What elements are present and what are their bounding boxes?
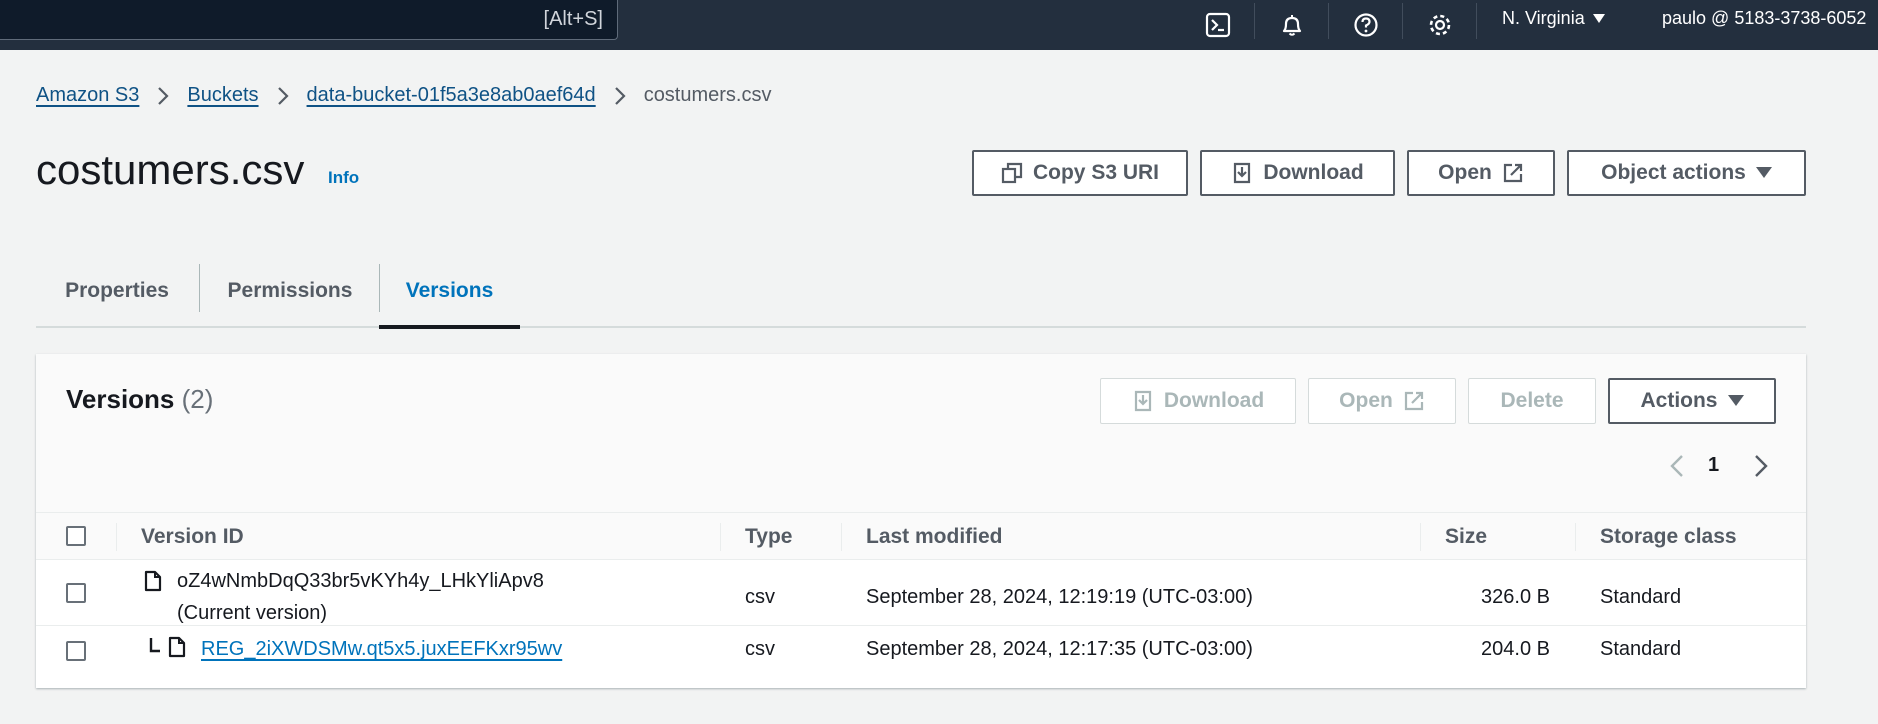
- version-last-modified: September 28, 2024, 12:17:35 (UTC-03:00): [866, 638, 1253, 660]
- nav-divider: [1328, 3, 1329, 39]
- copy-icon: [1001, 162, 1023, 184]
- region-selector[interactable]: N. Virginia: [1502, 8, 1605, 29]
- tab-versions[interactable]: Versions: [379, 256, 520, 329]
- file-icon: [168, 636, 186, 658]
- chevron-right-icon: [157, 86, 169, 106]
- page-title: costumers.csv: [36, 146, 305, 193]
- version-size: 204.0 B: [1481, 638, 1550, 660]
- copy-s3-uri-label: Copy S3 URI: [1032, 161, 1160, 184]
- column-type[interactable]: Type: [745, 525, 792, 549]
- caret-down-icon: [1755, 167, 1772, 178]
- download-icon: [1234, 162, 1251, 184]
- object-actions-button[interactable]: Object actions: [1567, 150, 1806, 196]
- breadcrumb-current: costumers.csv: [643, 84, 772, 106]
- version-delete-button[interactable]: Delete: [1468, 378, 1596, 424]
- caret-down-icon: [1592, 13, 1605, 23]
- region-label: N. Virginia: [1502, 8, 1585, 28]
- version-type: csv: [745, 638, 775, 660]
- pagination-next[interactable]: [1754, 454, 1768, 478]
- nav-divider: [1476, 3, 1477, 39]
- download-icon: [1134, 390, 1151, 412]
- column-last-modified[interactable]: Last modified: [866, 525, 1003, 549]
- bell-icon[interactable]: [1272, 5, 1312, 45]
- version-type: csv: [745, 586, 775, 608]
- copy-s3-uri-button[interactable]: Copy S3 URI: [972, 150, 1188, 196]
- column-storage-class[interactable]: Storage class: [1600, 525, 1737, 549]
- top-navigation-bar: [Alt+S] N. Virginia paulo @ 5183-3738-60…: [0, 0, 1878, 50]
- column-version-id[interactable]: Version ID: [141, 525, 244, 549]
- external-link-icon: [1404, 391, 1423, 411]
- row-checkbox[interactable]: [66, 583, 86, 603]
- version-download-label: Download: [1163, 389, 1265, 412]
- info-link[interactable]: Info: [328, 168, 359, 188]
- versions-title: Versions (2): [66, 384, 213, 415]
- current-version-note: (Current version): [177, 602, 328, 624]
- gear-icon[interactable]: [1420, 5, 1460, 45]
- version-open-label: Open: [1339, 389, 1393, 412]
- column-divider: [841, 523, 842, 551]
- file-icon: [144, 570, 162, 592]
- open-button[interactable]: Open: [1407, 150, 1555, 196]
- version-storage-class: Standard: [1600, 638, 1682, 660]
- column-divider: [1575, 523, 1576, 551]
- object-tabs: Properties Permissions Versions: [36, 256, 1806, 329]
- nav-divider: [1402, 3, 1403, 39]
- version-size: 326.0 B: [1481, 586, 1550, 608]
- version-storage-class: Standard: [1600, 586, 1682, 608]
- tab-properties[interactable]: Properties: [36, 256, 198, 326]
- caret-down-icon: [1727, 395, 1744, 406]
- table-row: REG_2iXWDSMw.qt5x5.juxEEFKxr95wv csv Sep…: [36, 626, 1806, 676]
- download-button[interactable]: Download: [1200, 150, 1395, 196]
- tab-permissions[interactable]: Permissions: [200, 256, 380, 326]
- account-menu[interactable]: paulo @ 5183-3738-6052: [1662, 8, 1866, 29]
- nav-divider: [1254, 3, 1255, 39]
- search-input[interactable]: [Alt+S]: [0, 0, 618, 40]
- version-open-button[interactable]: Open: [1308, 378, 1456, 424]
- version-branch-icon: [149, 638, 160, 653]
- breadcrumb: Amazon S3 Buckets data-bucket-01f5a3e8ab…: [36, 84, 772, 107]
- breadcrumb-amazon-s3[interactable]: Amazon S3: [36, 84, 139, 107]
- chevron-right-icon: [1755, 455, 1768, 477]
- table-row: oZ4wNmbDqQ33br5vKYh4y_LHkYliApv8 (Curren…: [36, 560, 1806, 626]
- download-label: Download: [1263, 161, 1364, 184]
- versions-count: (2): [181, 384, 214, 414]
- pagination-page-1[interactable]: 1: [1708, 454, 1719, 477]
- version-actions-label: Actions: [1640, 389, 1718, 412]
- column-divider: [720, 523, 721, 551]
- column-divider: [116, 523, 117, 551]
- versions-table-header: Version ID Type Last modified Size Stora…: [36, 512, 1806, 560]
- version-download-button[interactable]: Download: [1100, 378, 1296, 424]
- breadcrumb-bucket[interactable]: data-bucket-01f5a3e8ab0aef64d: [307, 84, 596, 107]
- chevron-right-icon: [614, 86, 626, 106]
- row-checkbox[interactable]: [66, 641, 86, 661]
- search-shortcut-hint: [Alt+S]: [543, 8, 603, 30]
- version-last-modified: September 28, 2024, 12:19:19 (UTC-03:00): [866, 586, 1253, 608]
- pagination-prev[interactable]: [1670, 454, 1684, 478]
- versions-panel-header: Versions (2) Download Open Delete Action…: [36, 354, 1806, 512]
- select-all-checkbox[interactable]: [66, 526, 86, 546]
- external-link-icon: [1503, 163, 1522, 183]
- version-id: oZ4wNmbDqQ33br5vKYh4y_LHkYliApv8: [177, 570, 544, 592]
- open-label: Open: [1438, 161, 1492, 184]
- breadcrumb-buckets[interactable]: Buckets: [187, 84, 258, 107]
- column-size[interactable]: Size: [1445, 525, 1487, 549]
- object-actions-label: Object actions: [1601, 161, 1746, 184]
- version-delete-label: Delete: [1500, 389, 1564, 412]
- version-id-link[interactable]: REG_2iXWDSMw.qt5x5.juxEEFKxr95wv: [201, 638, 562, 661]
- chevron-left-icon: [1670, 455, 1683, 477]
- cloudshell-icon[interactable]: [1198, 5, 1238, 45]
- column-divider: [1420, 523, 1421, 551]
- chevron-right-icon: [277, 86, 289, 106]
- versions-title-text: Versions: [66, 384, 175, 414]
- help-icon[interactable]: [1346, 5, 1386, 45]
- versions-panel: Versions (2) Download Open Delete Action…: [36, 354, 1806, 688]
- version-actions-button[interactable]: Actions: [1608, 378, 1776, 424]
